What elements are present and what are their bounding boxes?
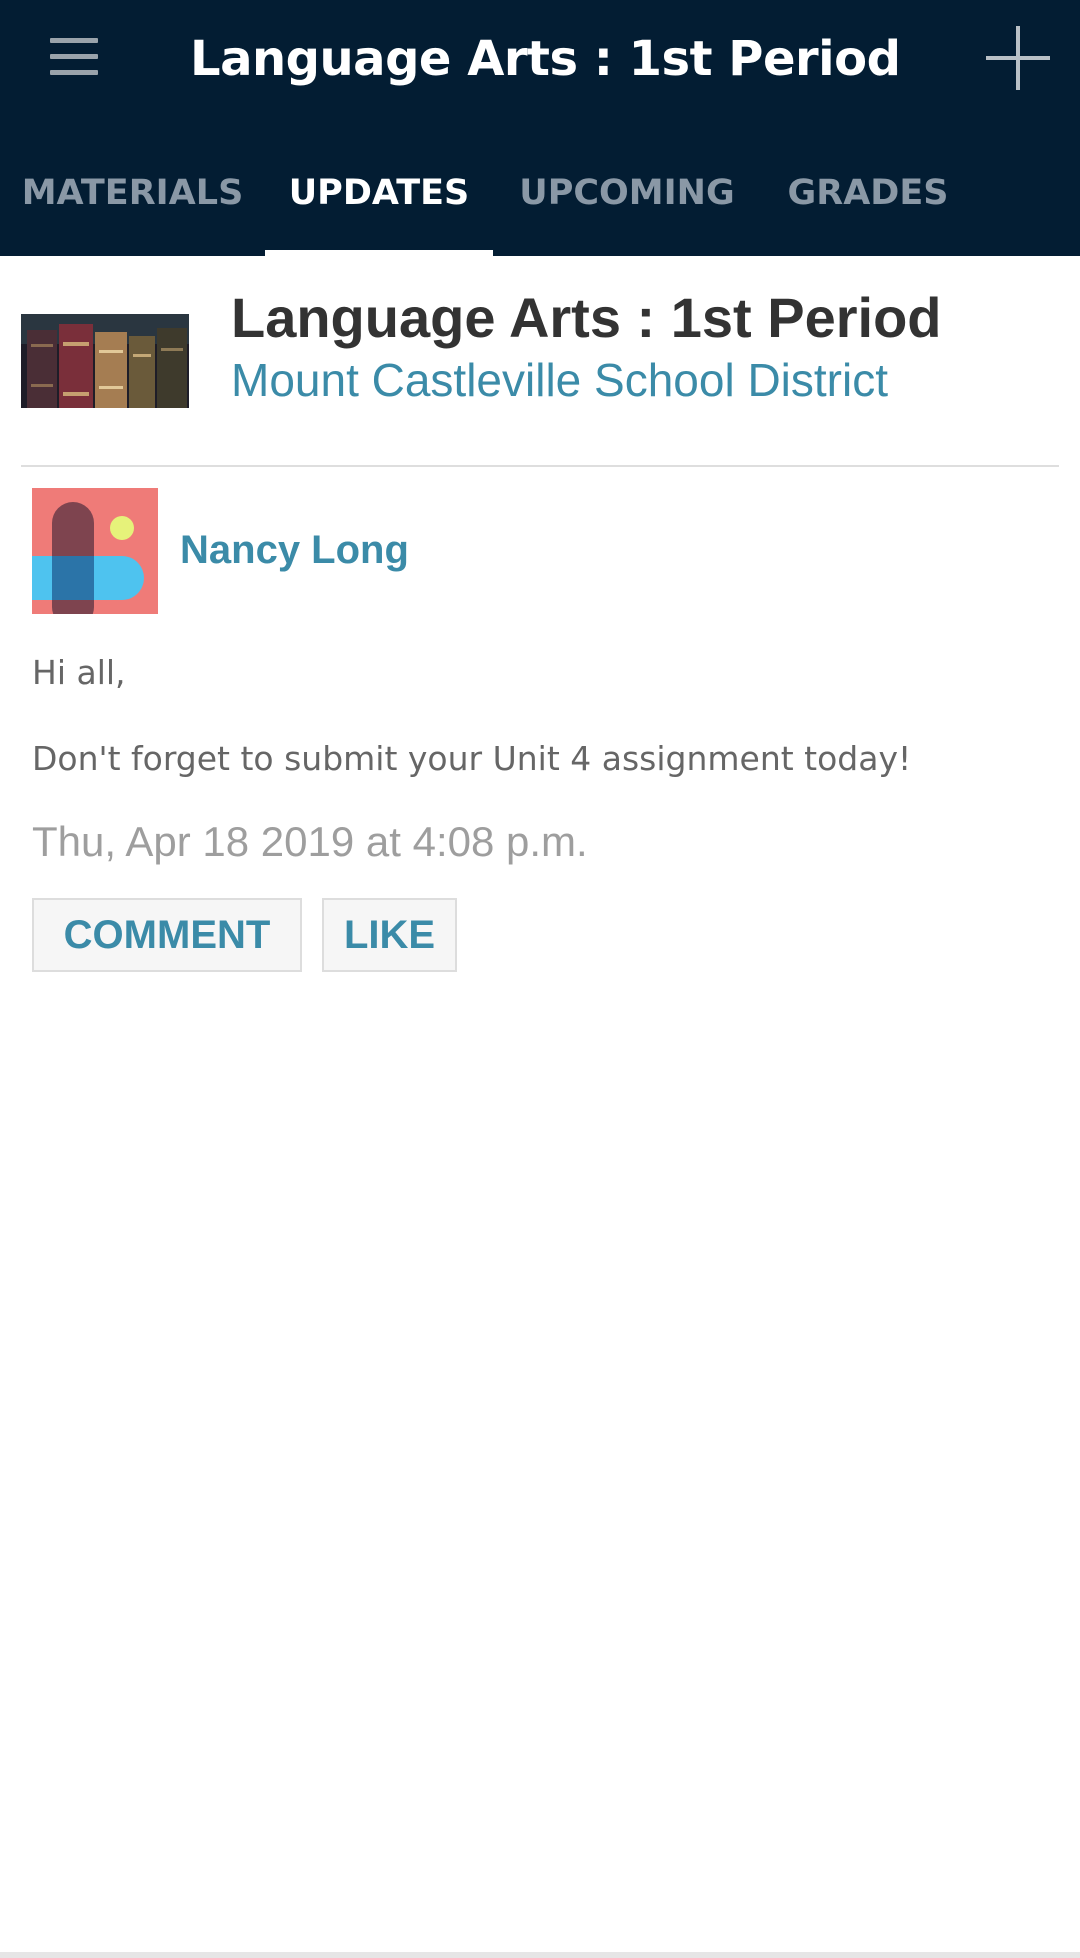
tab-materials[interactable]: MATERIALS [0, 140, 265, 256]
post-timestamp: Thu, Apr 18 2019 at 4:08 p.m. [32, 818, 588, 865]
tab-upcoming[interactable]: UPCOMING [493, 140, 761, 256]
tab-grades[interactable]: GRADES [761, 140, 975, 256]
post-message: Don't forget to submit your Unit 4 assig… [32, 739, 912, 778]
tab-bar: MATERIALS UPDATES UPCOMING GRADES [0, 140, 1080, 256]
tab-updates[interactable]: UPDATES [265, 140, 493, 256]
author-avatar-image [32, 488, 158, 614]
add-button[interactable] [978, 18, 1058, 98]
app-bar: Language Arts : 1st Period MATERIALS UPD… [0, 0, 1080, 256]
toolbar: Language Arts : 1st Period [0, 0, 1080, 118]
author-name[interactable]: Nancy Long [180, 522, 409, 578]
comment-button[interactable]: COMMENT [32, 898, 302, 972]
course-thumbnail [21, 314, 189, 408]
app-title: Language Arts : 1st Period [190, 31, 901, 87]
bottom-edge [0, 1952, 1080, 1958]
post-greeting: Hi all, [32, 653, 126, 692]
books-image [21, 314, 189, 408]
course-title: Language Arts : 1st Period [231, 286, 942, 349]
author-avatar[interactable] [32, 488, 158, 614]
course-header: Language Arts : 1st Period Mount Castlev… [0, 256, 1080, 466]
divider [21, 465, 1059, 467]
like-button[interactable]: LIKE [322, 898, 457, 972]
course-subtitle[interactable]: Mount Castleville School District [231, 350, 888, 410]
menu-button[interactable] [32, 20, 116, 96]
